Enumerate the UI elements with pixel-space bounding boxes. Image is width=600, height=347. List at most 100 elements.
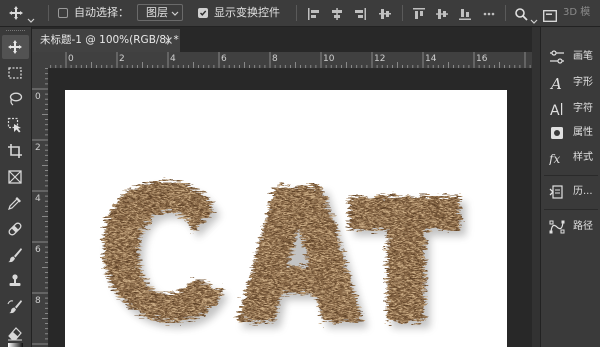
show-transform-label: 显示变换控件 [214, 6, 280, 19]
auto-select-checkbox[interactable] [58, 8, 68, 18]
panel-label: 字符 [573, 103, 593, 114]
styles-icon: fx [549, 152, 560, 165]
svg-text:A: A [549, 76, 562, 90]
tools-panel [0, 27, 32, 347]
align-bottom-icon[interactable] [458, 6, 472, 25]
frame-icon [8, 170, 22, 184]
panel-label: 画笔 [573, 51, 593, 62]
panel-label: 路径 [573, 221, 593, 232]
fur-text-cat [102, 181, 466, 328]
object-selection-icon [7, 117, 21, 133]
panel-styles[interactable]: fx 样式 [541, 146, 600, 170]
ruler-label: 6 [221, 54, 227, 64]
properties-icon [551, 127, 563, 139]
character-icon: A [550, 103, 563, 116]
marquee-tool[interactable] [2, 61, 29, 85]
layer-select-value: 图层 [146, 6, 168, 19]
lasso-icon [9, 92, 23, 106]
3d-mode-label[interactable]: 3D 模 [563, 0, 590, 26]
panel-divider [544, 175, 598, 176]
layer-select[interactable]: 图层 [137, 4, 183, 21]
ruler-label: 4 [170, 54, 176, 64]
panel-divider [544, 209, 598, 210]
brush-icon [8, 248, 22, 263]
panel-label: 样式 [573, 152, 593, 163]
vertical-ruler[interactable]: 0 2 4 6 8 [32, 68, 49, 347]
distribute-icon[interactable] [378, 6, 392, 25]
chevron-down-icon[interactable] [27, 9, 35, 28]
brush-tool[interactable] [2, 243, 29, 267]
clone-stamp-tool[interactable] [2, 269, 29, 293]
ruler-label: 14 [425, 54, 437, 64]
document-tab-title: 未标题-1 @ 100%(RGB/8) * [40, 34, 179, 46]
eraser-icon [8, 327, 22, 341]
panel-label: 属性 [573, 127, 593, 138]
lasso-tool[interactable] [2, 87, 29, 111]
paths-icon [549, 220, 565, 234]
letter-c [102, 181, 223, 322]
crop-icon [8, 144, 22, 158]
align-left-icon[interactable] [307, 6, 321, 25]
panel-glyphs[interactable]: A 字形 [541, 71, 600, 95]
ruler-label: 12 [374, 54, 385, 64]
history-brush-tool[interactable] [2, 295, 29, 319]
panel-label: 历... [573, 186, 593, 197]
panel-paths[interactable]: 路径 [541, 215, 600, 239]
history-icon [549, 185, 563, 199]
document-canvas[interactable] [65, 90, 507, 347]
eyedropper-tool[interactable] [2, 191, 29, 215]
align-right-icon[interactable] [353, 6, 367, 25]
panel-brush-settings[interactable]: 画笔 [541, 45, 600, 69]
close-icon[interactable] [165, 37, 172, 44]
ruler-origin[interactable] [32, 52, 48, 68]
ruler-label: 8 [35, 296, 41, 306]
divider [402, 5, 403, 21]
eraser-tool[interactable] [2, 321, 29, 345]
align-horizontal-center-icon[interactable] [330, 6, 344, 25]
object-selection-tool[interactable] [2, 113, 29, 137]
options-bar: 自动选择： 图层 显示变换控件 3D 模 [0, 0, 600, 27]
ruler-label: 0 [35, 92, 41, 102]
move-tool-preset-icon[interactable] [8, 5, 24, 25]
gradient-icon[interactable] [8, 343, 23, 347]
canvas-workspace[interactable] [49, 69, 532, 347]
ruler-label: 10 [323, 54, 335, 64]
panel-history[interactable]: 历... [541, 180, 600, 204]
eyedropper-icon [8, 197, 21, 210]
workspace-icon[interactable] [543, 7, 557, 26]
panel-character[interactable]: A 字符 [541, 97, 600, 121]
crop-tool[interactable] [2, 139, 29, 163]
align-top-icon[interactable] [412, 6, 426, 25]
more-options-icon[interactable] [482, 6, 496, 25]
ruler-label: 0 [68, 54, 74, 64]
ruler-label: 16 [476, 54, 488, 64]
align-vertical-center-icon[interactable] [435, 6, 449, 25]
show-transform-checkbox[interactable] [198, 8, 208, 18]
rectangular-marquee-icon [8, 67, 22, 79]
frame-tool[interactable] [2, 165, 29, 189]
panel-properties[interactable]: 属性 [541, 121, 600, 145]
divider [48, 5, 49, 21]
auto-select-label: 自动选择： [74, 6, 129, 19]
search-icon[interactable] [514, 6, 528, 25]
svg-text:fx: fx [549, 152, 560, 165]
ruler-label: 2 [119, 54, 125, 64]
document-tab[interactable]: 未标题-1 @ 100%(RGB/8) * [32, 29, 180, 52]
ruler-label: 8 [272, 54, 278, 64]
chevron-down-icon [171, 11, 179, 16]
glyphs-icon: A [549, 76, 562, 90]
panel-label: 字形 [573, 77, 593, 88]
panel-grip[interactable] [6, 30, 25, 33]
panel-dock-edge[interactable] [532, 27, 540, 347]
svg-text:A: A [550, 103, 560, 116]
bandage-icon [8, 222, 22, 236]
history-brush-icon [7, 300, 22, 314]
healing-brush-tool[interactable] [2, 217, 29, 241]
ruler-label: 2 [35, 143, 41, 153]
move-icon [8, 40, 22, 54]
move-tool[interactable] [2, 35, 29, 59]
letter-t [349, 196, 461, 322]
stamp-icon [9, 274, 21, 286]
ruler-label: 6 [35, 245, 41, 255]
horizontal-ruler[interactable]: 0 2 4 6 8 10 12 14 16 [32, 52, 532, 69]
